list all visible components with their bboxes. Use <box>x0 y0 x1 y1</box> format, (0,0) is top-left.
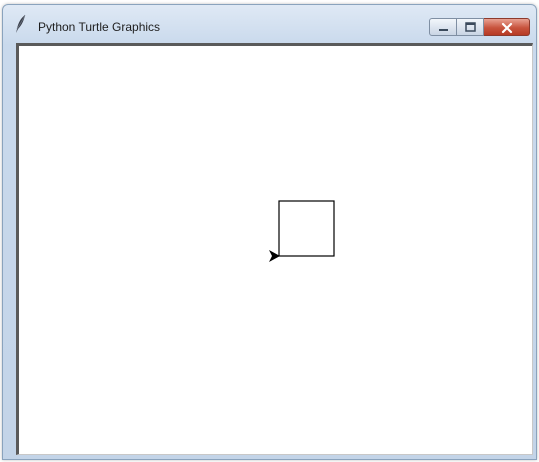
turtle-window: Python Turtle Graphics <box>2 4 537 460</box>
drawn-square <box>278 200 335 257</box>
minimize-icon <box>439 29 448 31</box>
turtle-arrow-icon <box>269 250 280 262</box>
maximize-icon <box>465 22 476 32</box>
turtle-canvas[interactable] <box>16 43 533 455</box>
window-title: Python Turtle Graphics <box>38 20 161 34</box>
minimize-button[interactable] <box>429 18 457 36</box>
drawing-surface <box>269 200 335 262</box>
maximize-button[interactable] <box>457 18 484 36</box>
close-icon <box>501 22 513 34</box>
close-button[interactable] <box>484 18 530 36</box>
title-bar[interactable]: Python Turtle Graphics <box>3 5 536 43</box>
feather-icon <box>13 14 29 34</box>
